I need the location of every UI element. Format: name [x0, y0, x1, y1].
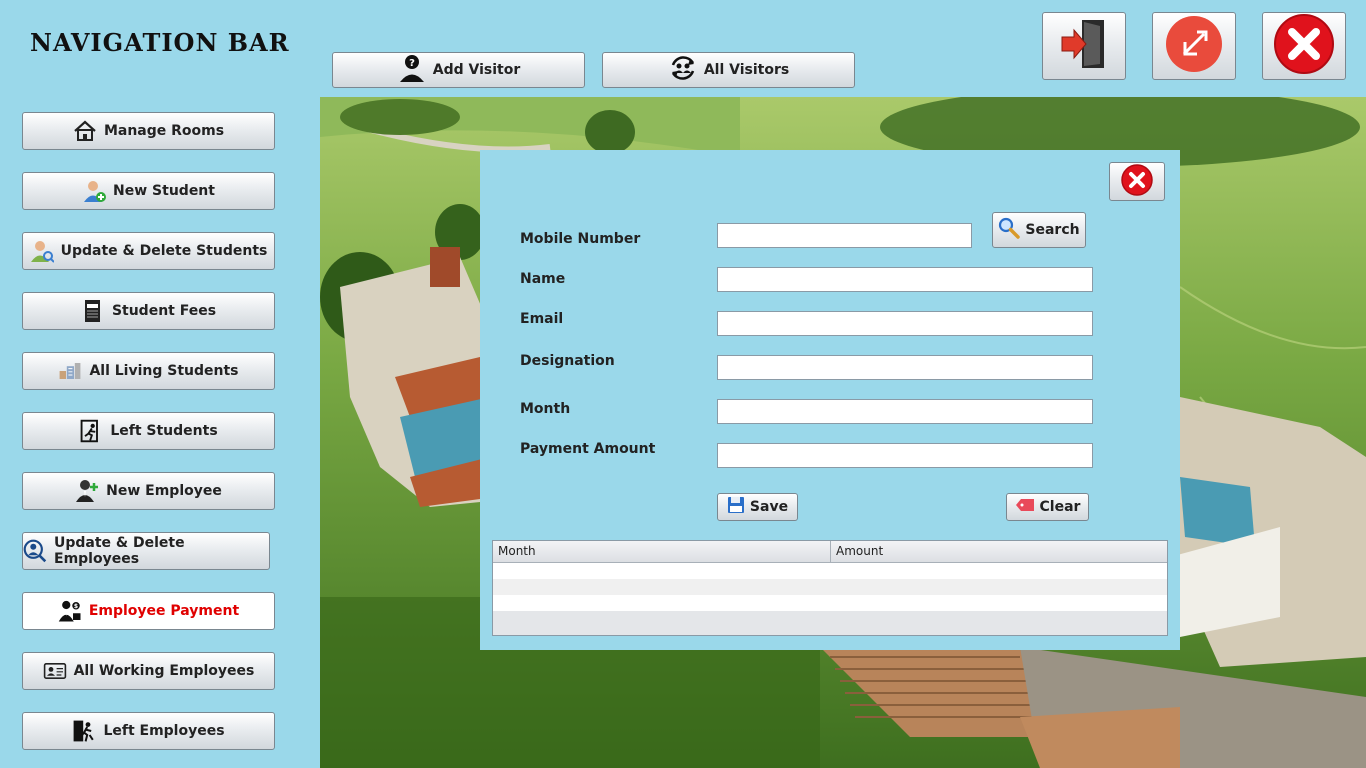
logout-button[interactable]: [1042, 12, 1126, 80]
month-input[interactable]: [717, 399, 1093, 424]
designation-label: Designation: [520, 353, 615, 369]
sidebar-item-left-employees[interactable]: Left Employees: [22, 712, 275, 750]
nav-title: NAVIGATION BAR: [30, 28, 290, 57]
sidebar-item-manage-rooms[interactable]: Manage Rooms: [22, 112, 275, 150]
sidebar-item-label: New Student: [113, 183, 215, 199]
house-icon: [73, 119, 97, 143]
table-row: [493, 579, 1167, 595]
table-row: [493, 563, 1167, 579]
close-icon: [1273, 13, 1335, 79]
sidebar-item-label: All Living Students: [89, 363, 239, 379]
name-input[interactable]: [717, 267, 1093, 292]
table-row: [493, 595, 1167, 611]
visitors-cycle-icon: [668, 54, 698, 86]
panel-close-button[interactable]: [1109, 162, 1165, 201]
designation-input[interactable]: [717, 355, 1093, 380]
sidebar-item-all-working-employees[interactable]: All Working Employees: [22, 652, 275, 690]
search-button[interactable]: Search: [992, 212, 1086, 248]
sidebar-item-label: Left Employees: [103, 723, 225, 739]
close-icon: [1120, 163, 1154, 201]
name-label: Name: [520, 271, 566, 287]
month-label: Month: [520, 401, 571, 417]
sidebar-item-label: New Employee: [106, 483, 222, 499]
minimize-button[interactable]: [1152, 12, 1236, 80]
sidebar-item-label: Student Fees: [111, 303, 217, 319]
sidebar-item-all-living-students[interactable]: All Living Students: [22, 352, 275, 390]
student-search-icon: [30, 239, 54, 263]
payment-amount-input[interactable]: [717, 443, 1093, 468]
exit-icon: [79, 419, 103, 443]
employee-search-icon: [23, 539, 47, 563]
svg-text:?: ?: [409, 58, 415, 69]
table-scroll-area: [493, 611, 1167, 635]
sidebar-item-label: Employee Payment: [88, 603, 240, 619]
fees-icon: [81, 299, 105, 323]
student-add-icon: [82, 179, 107, 203]
id-card-icon: [43, 659, 67, 683]
add-visitor-label: Add Visitor: [432, 62, 521, 78]
mobile-number-label: Mobile Number: [520, 231, 641, 247]
all-visitors-label: All Visitors: [703, 62, 790, 78]
save-label: Save: [749, 499, 789, 515]
minimize-icon: [1164, 14, 1224, 78]
eraser-icon: [1015, 498, 1035, 516]
sidebar-item-left-students[interactable]: Left Students: [22, 412, 275, 450]
close-app-button[interactable]: [1262, 12, 1346, 80]
sidebar-item-student-fees[interactable]: Student Fees: [22, 292, 275, 330]
svg-text:$: $: [74, 603, 78, 610]
employee-payment-panel: Mobile Number Search Name Email Designat…: [480, 150, 1180, 650]
sidebar-item-label: All Working Employees: [73, 663, 255, 679]
clear-button[interactable]: Clear: [1006, 493, 1089, 521]
sidebar-item-new-employee[interactable]: New Employee: [22, 472, 275, 510]
all-visitors-button[interactable]: All Visitors: [602, 52, 855, 88]
save-button[interactable]: Save: [717, 493, 798, 521]
visitor-add-icon: ?: [397, 53, 427, 87]
sidebar-item-employee-payment[interactable]: $ Employee Payment: [22, 592, 275, 630]
sidebar-item-label: Left Students: [110, 423, 218, 439]
buildings-icon: [58, 359, 82, 383]
search-icon: [998, 217, 1021, 243]
email-input[interactable]: [717, 311, 1093, 336]
door-exit-icon: [72, 719, 96, 743]
clear-label: Clear: [1039, 499, 1081, 515]
payment-amount-label: Payment Amount: [520, 441, 656, 457]
sidebar-item-update-delete-employees[interactable]: Update & Delete Employees: [22, 532, 270, 570]
sidebar-item-label: Update & Delete Employees: [54, 535, 185, 567]
sidebar-item-new-student[interactable]: New Student: [22, 172, 275, 210]
mobile-number-input[interactable]: [717, 223, 972, 248]
table-header: Month Amount: [493, 541, 1167, 563]
column-header-amount[interactable]: Amount: [831, 541, 1167, 562]
floppy-disk-icon: [727, 496, 745, 518]
search-label: Search: [1025, 222, 1080, 238]
employee-payment-icon: $: [58, 599, 82, 623]
sidebar-item-label: Manage Rooms: [103, 123, 225, 139]
email-label: Email: [520, 311, 564, 327]
payment-table[interactable]: Month Amount: [492, 540, 1168, 636]
add-visitor-button[interactable]: ? Add Visitor: [332, 52, 585, 88]
employee-add-icon: [75, 479, 99, 503]
logout-icon: [1054, 17, 1114, 75]
sidebar-item-label: Update & Delete Students: [60, 243, 268, 259]
column-header-month[interactable]: Month: [493, 541, 831, 562]
sidebar-item-update-delete-students[interactable]: Update & Delete Students: [22, 232, 275, 270]
